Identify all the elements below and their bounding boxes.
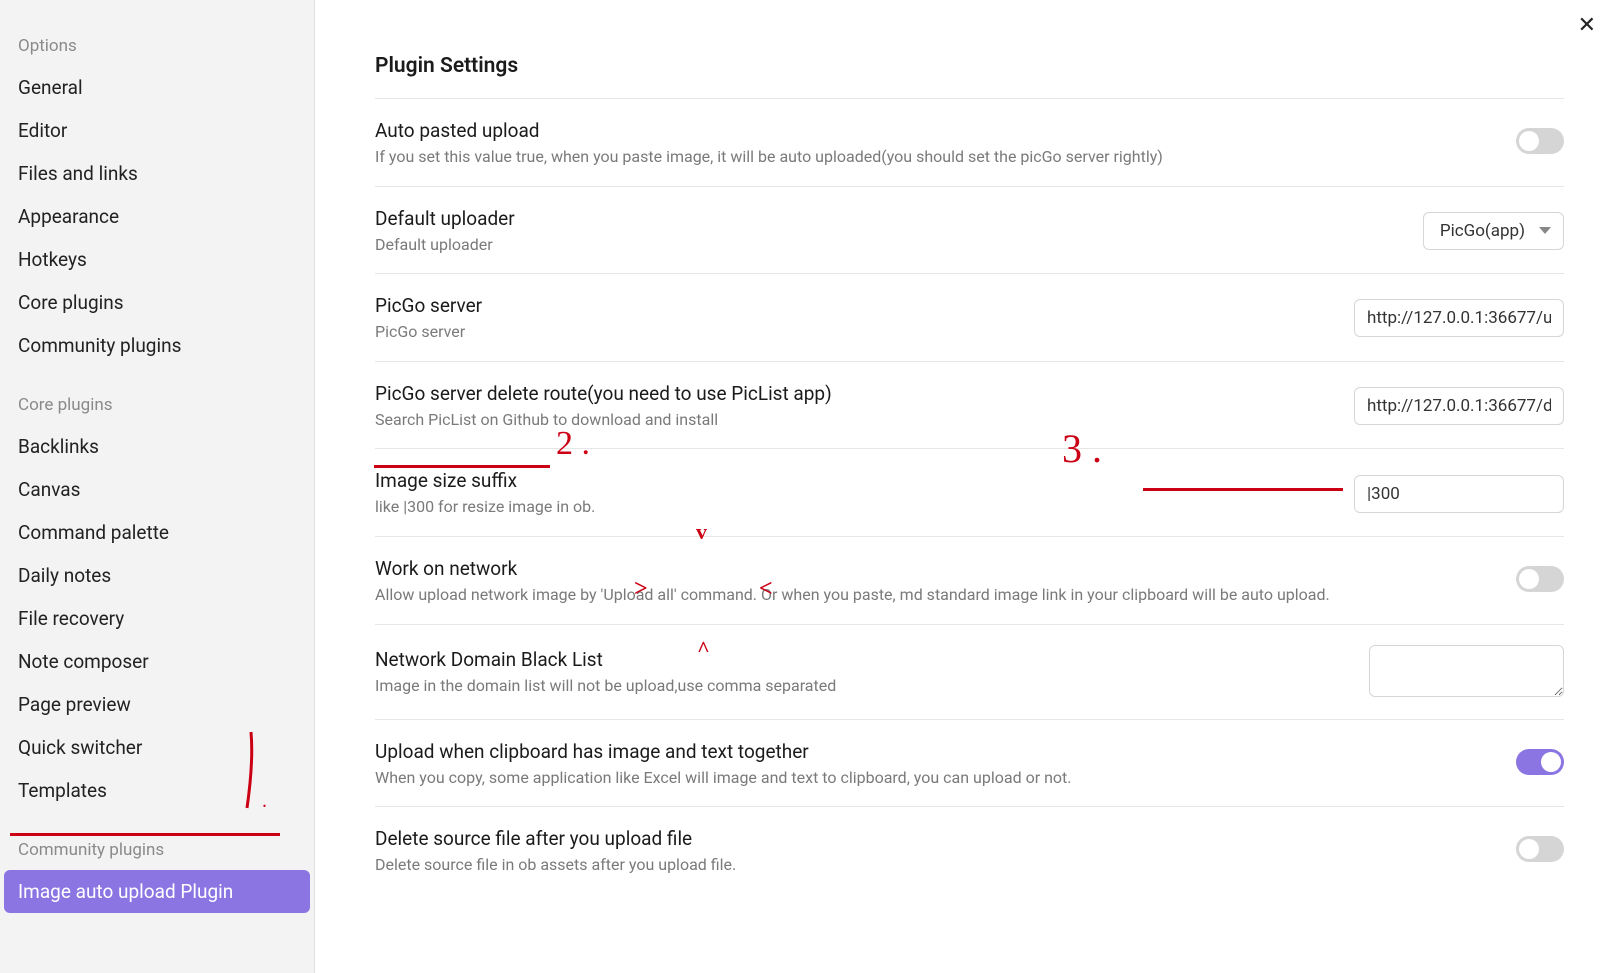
setting-name: Image size suffix [375,469,1324,492]
setting-name: Upload when clipboard has image and text… [375,740,1486,763]
setting-network-blacklist: Network Domain Black List Image in the d… [375,625,1564,720]
sidebar-item-hotkeys[interactable]: Hotkeys [4,238,310,281]
sidebar-item-backlinks[interactable]: Backlinks [4,425,310,468]
main-panel: ✕ Plugin Settings Auto pasted upload If … [315,0,1614,973]
setting-desc: If you set this value true, when you pas… [375,146,1486,168]
sidebar-item-appearance[interactable]: Appearance [4,195,310,238]
sidebar-item-core-plugins[interactable]: Core plugins [4,281,310,324]
sidebar-section-options: Options [0,10,314,66]
setting-desc: Delete source file in ob assets after yo… [375,854,1486,876]
sidebar-item-canvas[interactable]: Canvas [4,468,310,511]
sidebar-item-quick-switcher[interactable]: Quick switcher [4,726,310,769]
sidebar-item-command-palette[interactable]: Command palette [4,511,310,554]
setting-delete-source: Delete source file after you upload file… [375,807,1564,894]
setting-picgo-server: PicGo server PicGo server [375,274,1564,362]
setting-desc: When you copy, some application like Exc… [375,767,1486,789]
setting-name: Auto pasted upload [375,119,1486,142]
work-on-network-toggle[interactable] [1516,566,1564,592]
sidebar-section-community-plugins: Community plugins [0,812,314,870]
close-icon: ✕ [1578,12,1596,37]
setting-name: Delete source file after you upload file [375,827,1486,850]
sidebar-section-core-plugins: Core plugins [0,367,314,425]
chevron-down-icon [1539,227,1551,234]
setting-name: Network Domain Black List [375,648,1339,671]
picgo-delete-route-input[interactable] [1354,387,1564,425]
clipboard-image-text-toggle[interactable] [1516,749,1564,775]
sidebar-item-daily-notes[interactable]: Daily notes [4,554,310,597]
default-uploader-select[interactable]: PicGo(app) [1423,212,1564,250]
image-size-suffix-input[interactable] [1354,475,1564,513]
setting-default-uploader: Default uploader Default uploader PicGo(… [375,187,1564,275]
sidebar-item-page-preview[interactable]: Page preview [4,683,310,726]
sidebar-item-file-recovery[interactable]: File recovery [4,597,310,640]
setting-desc: Allow upload network image by 'Upload al… [375,584,1486,606]
sidebar-item-files-links[interactable]: Files and links [4,152,310,195]
setting-desc: Image in the domain list will not be upl… [375,675,1339,697]
close-button[interactable]: ✕ [1578,14,1596,36]
network-blacklist-input[interactable] [1369,645,1564,697]
setting-name: Work on network [375,557,1486,580]
setting-desc: PicGo server [375,321,1324,343]
setting-image-size-suffix: Image size suffix like |300 for resize i… [375,449,1564,537]
setting-picgo-delete-route: PicGo server delete route(you need to us… [375,362,1564,450]
setting-name: PicGo server [375,294,1324,317]
sidebar-item-image-auto-upload[interactable]: Image auto upload Plugin [4,870,310,913]
auto-pasted-upload-toggle[interactable] [1516,128,1564,154]
sidebar-item-editor[interactable]: Editor [4,109,310,152]
setting-desc: Default uploader [375,234,1393,256]
sidebar-item-note-composer[interactable]: Note composer [4,640,310,683]
setting-clipboard-image-text: Upload when clipboard has image and text… [375,720,1564,808]
sidebar-item-community-plugins[interactable]: Community plugins [4,324,310,367]
setting-name: Default uploader [375,207,1393,230]
select-value: PicGo(app) [1440,221,1525,241]
setting-work-on-network: Work on network Allow upload network ima… [375,537,1564,625]
sidebar-item-general[interactable]: General [4,66,310,109]
sidebar: Options General Editor Files and links A… [0,0,315,973]
delete-source-toggle[interactable] [1516,836,1564,862]
setting-name: PicGo server delete route(you need to us… [375,382,1324,405]
setting-desc: like |300 for resize image in ob. [375,496,1324,518]
sidebar-item-templates[interactable]: Templates [4,769,310,812]
page-title: Plugin Settings [375,0,1564,98]
setting-auto-pasted-upload: Auto pasted upload If you set this value… [375,99,1564,187]
picgo-server-input[interactable] [1354,299,1564,337]
setting-desc: Search PicList on Github to download and… [375,409,1324,431]
